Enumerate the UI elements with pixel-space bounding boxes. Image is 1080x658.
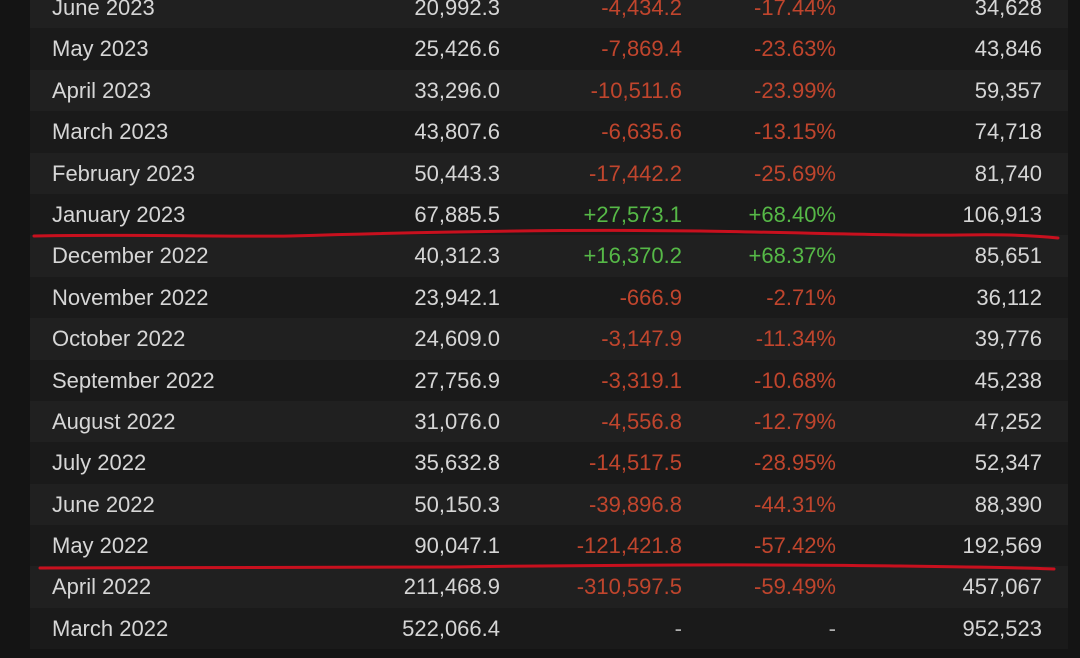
average-players-cell: 67,885.5 (414, 201, 500, 227)
table-row: April 2022 211,468.9 -310,597.5 -59.49% 457,… (30, 566, 1068, 608)
average-players-cell: 23,942.1 (414, 284, 500, 310)
gain-cell: -3,147.9 (601, 326, 682, 352)
peak-players-cell: 85,651 (974, 243, 1042, 269)
average-players-cell: 90,047.1 (414, 533, 500, 559)
percent-gain-cell: -23.99% (754, 77, 836, 103)
month-cell: April 2022 (52, 574, 152, 600)
monthly-player-stats-table: June 2023 20,992.3 -4,434.2 -17.44% 34,628 Ma… (30, 0, 1068, 650)
average-players-cell: 31,076.0 (414, 408, 500, 434)
month-cell: September 2022 (52, 367, 215, 393)
peak-players-cell: 106,913 (962, 201, 1042, 227)
table-row: May 2022 90,047.1 -121,421.8 -57.42% 192,569 (30, 525, 1068, 567)
peak-players-cell: 34,628 (974, 0, 1042, 20)
gain-cell: +27,573.1 (583, 201, 682, 227)
average-players-cell: 24,609.0 (414, 326, 500, 352)
percent-gain-cell: - (828, 615, 836, 641)
average-players-cell: 40,312.3 (414, 243, 500, 269)
average-players-cell: 25,426.6 (414, 36, 500, 62)
month-cell: June 2022 (52, 491, 155, 517)
month-cell: October 2022 (52, 326, 186, 352)
month-cell: May 2023 (52, 36, 149, 62)
peak-players-cell: 59,357 (974, 77, 1042, 103)
gain-cell: -3,319.1 (601, 367, 682, 393)
peak-players-cell: 74,718 (974, 119, 1042, 145)
average-players-cell: 50,443.3 (414, 160, 500, 186)
average-players-cell: 50,150.3 (414, 491, 500, 517)
month-cell: May 2022 (52, 533, 149, 559)
average-players-cell: 33,296.0 (414, 77, 500, 103)
peak-players-cell: 81,740 (974, 160, 1042, 186)
gain-cell: -14,517.5 (589, 450, 682, 476)
gain-cell: -17,442.2 (589, 160, 682, 186)
peak-players-cell: 43,846 (974, 36, 1042, 62)
table-row: April 2023 33,296.0 -10,511.6 -23.99% 59,357 (30, 69, 1068, 112)
table-row: August 2022 31,076.0 -4,556.8 -12.79% 47,252 (30, 400, 1068, 443)
table-row: November 2022 23,942.1 -666.9 -2.71% 36,112 (30, 276, 1068, 319)
gain-cell: -39,896.8 (589, 491, 682, 517)
table-row: February 2023 50,443.3 -17,442.2 -25.69% 81,… (30, 152, 1068, 194)
month-cell: December 2022 (52, 243, 209, 269)
peak-players-cell: 39,776 (974, 326, 1042, 352)
average-players-cell: 20,992.3 (414, 0, 500, 20)
table-row: December 2022 40,312.3 +16,370.2 +68.37% 85,… (30, 235, 1068, 277)
month-cell: April 2023 (52, 77, 152, 103)
peak-players-cell: 36,112 (976, 284, 1042, 310)
average-players-cell: 27,756.9 (414, 367, 500, 393)
month-cell: January 2023 (52, 201, 186, 227)
percent-gain-cell: -11.34% (755, 326, 836, 352)
table-row: March 2022 522,066.4 - - 952,523 (30, 607, 1068, 650)
percent-gain-cell: +68.37% (748, 243, 836, 269)
percent-gain-cell: -59.49% (754, 574, 836, 600)
percent-gain-cell: -44.31% (754, 491, 836, 517)
percent-gain-cell: -57.42% (754, 533, 836, 559)
average-players-cell: 522,066.4 (402, 615, 500, 641)
gain-cell: -7,869.4 (601, 36, 682, 62)
table-row: September 2022 27,756.9 -3,319.1 -10.68% 45,… (30, 359, 1068, 401)
table-row: October 2022 24,609.0 -3,147.9 -11.34% 39,77… (30, 318, 1068, 360)
gain-cell: -310,597.5 (576, 574, 682, 600)
month-cell: July 2022 (52, 450, 147, 476)
average-players-cell: 35,632.8 (414, 450, 500, 476)
gain-cell: -4,434.2 (601, 0, 682, 20)
month-cell: August 2022 (52, 408, 176, 434)
peak-players-cell: 457,067 (962, 574, 1042, 600)
percent-gain-cell: +68.40% (748, 201, 836, 227)
month-cell: February 2023 (52, 160, 196, 186)
average-players-cell: 211,468.9 (403, 574, 500, 600)
peak-players-cell: 952,523 (962, 615, 1042, 641)
table-row: June 2023 20,992.3 -4,434.2 -17.44% 34,628 (30, 0, 1068, 29)
table-row: June 2022 50,150.3 -39,896.8 -44.31% 88,390 (30, 483, 1068, 526)
month-cell: June 2023 (52, 0, 155, 20)
percent-gain-cell: -28.95% (754, 450, 836, 476)
peak-players-cell: 192,569 (962, 533, 1042, 559)
table-row: March 2023 43,807.6 -6,635.6 -13.15% 74,718 (30, 111, 1068, 153)
screenshot-frame: June 2023 20,992.3 -4,434.2 -17.44% 34,628 Ma… (0, 0, 1080, 658)
peak-players-cell: 45,238 (974, 367, 1042, 393)
gain-cell: - (674, 615, 682, 641)
month-cell: March 2022 (52, 615, 169, 641)
peak-players-cell: 52,347 (974, 450, 1042, 476)
percent-gain-cell: -10.68% (754, 367, 836, 393)
percent-gain-cell: -13.15% (754, 119, 836, 145)
peak-players-cell: 47,252 (974, 408, 1042, 434)
gain-cell: -4,556.8 (601, 408, 682, 434)
percent-gain-cell: -12.79% (754, 408, 836, 434)
table-row: May 2023 25,426.6 -7,869.4 -23.63% 43,846 (30, 28, 1068, 70)
percent-gain-cell: -2.71% (766, 284, 836, 310)
percent-gain-cell: -17.44% (754, 0, 836, 20)
gain-cell: -666.9 (619, 284, 682, 310)
gain-cell: +16,370.2 (583, 243, 682, 269)
table-row: January 2023 67,885.5 +27,573.1 +68.40% 106,… (30, 193, 1068, 236)
month-cell: March 2023 (52, 119, 169, 145)
gain-cell: -121,421.8 (576, 533, 682, 559)
gain-cell: -6,635.6 (601, 119, 682, 145)
gain-cell: -10,511.6 (590, 77, 682, 103)
percent-gain-cell: -23.63% (754, 36, 836, 62)
peak-players-cell: 88,390 (974, 491, 1042, 517)
month-cell: November 2022 (52, 284, 209, 310)
table-row: July 2022 35,632.8 -14,517.5 -28.95% 52,347 (30, 442, 1068, 484)
percent-gain-cell: -25.69% (754, 160, 836, 186)
average-players-cell: 43,807.6 (414, 119, 500, 145)
